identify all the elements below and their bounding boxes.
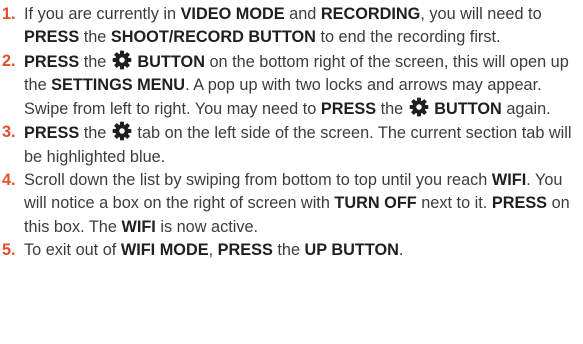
step-text: If you are currently in VIDEO MODE and R… xyxy=(24,5,542,46)
bold-keyword: BUTTON xyxy=(429,100,502,119)
text-segment: the xyxy=(79,124,111,143)
step-text: PRESS the tab on the left side of the sc… xyxy=(24,121,572,166)
bold-keyword: VIDEO MODE xyxy=(180,5,285,23)
text-segment: . xyxy=(398,240,404,259)
text-segment: to end the recording first. xyxy=(315,28,501,47)
text-segment: If you are currently in xyxy=(24,5,181,23)
step-number: 3. xyxy=(2,123,16,142)
bold-keyword: PRESS xyxy=(320,100,377,119)
text-segment: Scroll down the list by swiping from bot… xyxy=(24,171,492,190)
step-5: 5. To exit out of WIFI MODE, PRESS the U… xyxy=(0,239,583,262)
bold-keyword: PRESS xyxy=(24,28,80,47)
bold-keyword: PRESS xyxy=(24,124,80,143)
bold-keyword: PRESS xyxy=(491,194,548,213)
bold-keyword: WIFI MODE xyxy=(120,240,209,259)
bold-keyword: PRESS xyxy=(24,52,80,71)
gear-icon xyxy=(112,121,132,141)
step-text: Scroll down the list by swiping from bot… xyxy=(24,171,570,236)
text-segment: next to it. xyxy=(416,194,492,213)
text-segment: , xyxy=(208,240,218,259)
bold-keyword: BUTTON xyxy=(132,52,205,71)
bold-keyword: UP BUTTON xyxy=(304,240,399,259)
text-segment: To exit out of xyxy=(24,240,121,259)
bold-keyword: PRESS xyxy=(217,240,273,259)
step-number: 1. xyxy=(2,5,16,23)
step-3: 3. PRESS the tab on the left side of the… xyxy=(0,121,583,169)
step-2: 2. PRESS the BUTTON on the bottom right … xyxy=(0,50,583,122)
instructions-document: 1. If you are currently in VIDEO MODE an… xyxy=(0,3,583,344)
bold-keyword: TURN OFF xyxy=(334,194,417,213)
bold-keyword: WIFI xyxy=(121,217,156,236)
text-segment: again. xyxy=(501,100,551,119)
text-segment: the xyxy=(79,52,111,71)
text-segment: and xyxy=(284,5,321,23)
gear-icon xyxy=(112,50,132,70)
steps-list: 1. If you are currently in VIDEO MODE an… xyxy=(0,3,583,262)
step-1: 1. If you are currently in VIDEO MODE an… xyxy=(0,3,583,50)
bold-keyword: RECORDING xyxy=(320,5,421,23)
bold-keyword: SHOOT/RECORD BUTTON xyxy=(110,28,316,47)
step-text: PRESS the BUTTON on the bottom right of … xyxy=(24,50,569,119)
bold-keyword: WIFI xyxy=(491,171,527,190)
gear-icon xyxy=(409,97,429,117)
text-segment: , you will need to xyxy=(420,5,542,23)
step-text: To exit out of WIFI MODE, PRESS the UP B… xyxy=(24,241,403,259)
text-segment: the xyxy=(79,28,111,47)
bold-keyword: SETTINGS MENU xyxy=(51,75,186,94)
step-4: 4. Scroll down the list by swiping from … xyxy=(0,169,583,239)
text-segment: the xyxy=(376,100,408,119)
step-number: 2. xyxy=(2,51,16,70)
step-number: 4. xyxy=(2,171,16,190)
text-segment: the xyxy=(272,240,305,259)
step-number: 5. xyxy=(2,240,16,259)
text-segment: is now active. xyxy=(155,217,259,236)
